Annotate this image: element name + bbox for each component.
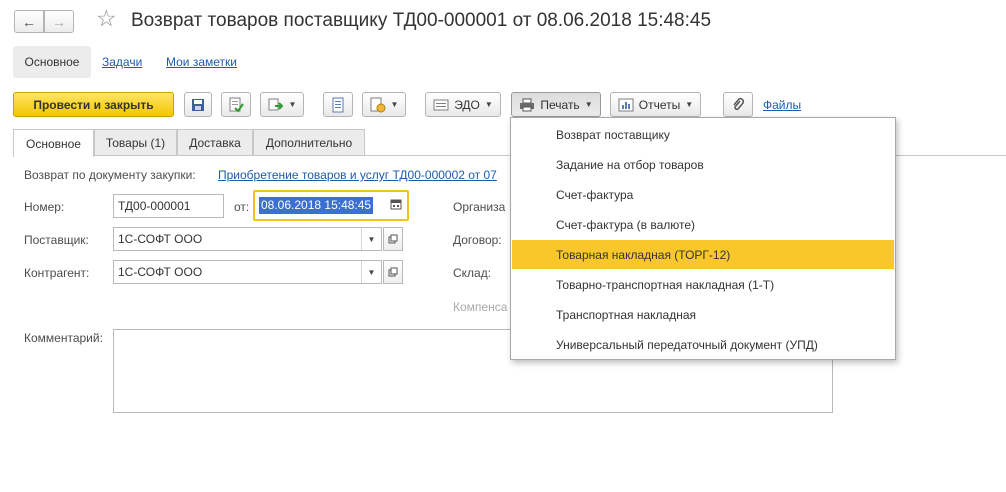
print-menu-item-ttn[interactable]: Товарно-транспортная накладная (1-Т) [512,270,894,299]
edo-icon [433,99,449,110]
print-menu-item-torg12[interactable]: Товарная накладная (ТОРГ-12) [512,240,894,269]
forward-button[interactable]: → [44,10,74,33]
chevron-down-icon: ▼ [484,100,493,109]
printer-icon [520,98,535,111]
supplier-open-button[interactable] [383,227,403,251]
counterparty-value: 1С-СОФТ ООО [118,265,203,279]
back-button[interactable]: ← [14,10,44,33]
files-link[interactable]: Файлы [763,98,801,112]
compensation-label: Компенса [453,300,508,314]
print-menu-item-return[interactable]: Возврат поставщику [512,120,894,149]
organization-label: Организа [453,200,506,214]
chevron-down-icon: ▼ [584,100,593,109]
save-icon [192,98,204,111]
report-chart-icon [618,98,634,111]
chevron-down-icon[interactable]: ▼ [361,261,381,283]
print-dropdown-menu: Возврат поставщику Задание на отбор това… [510,117,896,360]
counterparty-open-button[interactable] [383,260,403,284]
save-button[interactable] [184,92,212,117]
paperclip-icon [733,97,745,110]
date-label: от: [234,200,250,214]
return-basis-label: Возврат по документу закупки: [24,168,196,182]
contract-label: Договор: [453,233,502,247]
structure-button[interactable] [323,92,353,117]
arrow-right-icon: → [52,13,66,30]
number-label: Номер: [24,200,65,214]
subnav-tasks-link[interactable]: Задачи [102,55,142,69]
tab-goods[interactable]: Товары (1) [94,129,177,155]
document-title: Возврат товаров поставщику ТД00-000001 о… [131,10,712,31]
post-button[interactable] [221,92,251,117]
number-field[interactable]: ТД00-000001 [113,194,224,218]
supplier-field[interactable]: 1С-СОФТ ООО ▼ [113,227,382,251]
chevron-down-icon: ▼ [390,100,399,109]
open-window-icon [388,267,398,277]
reports-label: Отчеты [638,97,681,112]
supplier-value: 1С-СОФТ ООО [118,232,203,246]
favorite-star-icon[interactable]: ☆ [96,7,117,30]
date-field[interactable]: 08.06.2018 15:48:45 [253,190,409,221]
attach-file-button[interactable] [723,92,753,117]
document-clock-icon [370,97,386,112]
post-document-icon [229,97,244,113]
tab-main[interactable]: Основное [13,129,94,157]
edo-label: ЭДО [454,97,480,112]
print-menu-item-upd[interactable]: Универсальный передаточный документ (УПД… [512,330,894,359]
list-icon [332,97,344,112]
date-value: 08.06.2018 15:48:45 [259,197,374,214]
supplier-label: Поставщик: [24,233,89,247]
post-and-close-button[interactable]: Провести и закрыть [13,92,174,117]
print-label: Печать [540,97,580,112]
subnav-main[interactable]: Основное [13,46,91,78]
counterparty-label: Контрагент: [24,266,90,280]
post-and-close-label: Провести и закрыть [33,97,154,112]
return-basis-link[interactable]: Приобретение товаров и услуг ТД00-000002… [218,168,510,182]
tab-additional[interactable]: Дополнительно [253,129,365,155]
reports-button[interactable]: Отчеты ▼ [610,92,701,117]
print-button[interactable]: Печать ▼ [511,92,601,117]
edo-button[interactable]: ЭДО ▼ [425,92,501,117]
print-menu-item-transport[interactable]: Транспортная накладная [512,300,894,329]
warehouse-label: Склад: [453,266,492,280]
print-menu-item-invoice-currency[interactable]: Счет-фактура (в валюте) [512,210,894,239]
calendar-icon[interactable] [390,198,402,210]
comment-label: Комментарий: [24,331,103,345]
attachments-menu-button[interactable]: ▼ [362,92,406,117]
chevron-down-icon: ▼ [685,100,694,109]
create-based-on-button[interactable]: ▼ [260,92,304,117]
print-menu-item-invoice[interactable]: Счет-фактура [512,180,894,209]
open-window-icon [388,234,398,244]
print-menu-item-picking-task[interactable]: Задание на отбор товаров [512,150,894,179]
chevron-down-icon[interactable]: ▼ [361,228,381,250]
create-based-on-icon [268,98,283,110]
arrow-left-icon: ← [22,13,36,30]
number-value: ТД00-000001 [118,199,191,213]
counterparty-field[interactable]: 1С-СОФТ ООО ▼ [113,260,382,284]
tab-delivery[interactable]: Доставка [177,129,253,155]
chevron-down-icon: ▼ [288,100,297,109]
subnav-notes-link[interactable]: Мои заметки [166,55,237,69]
